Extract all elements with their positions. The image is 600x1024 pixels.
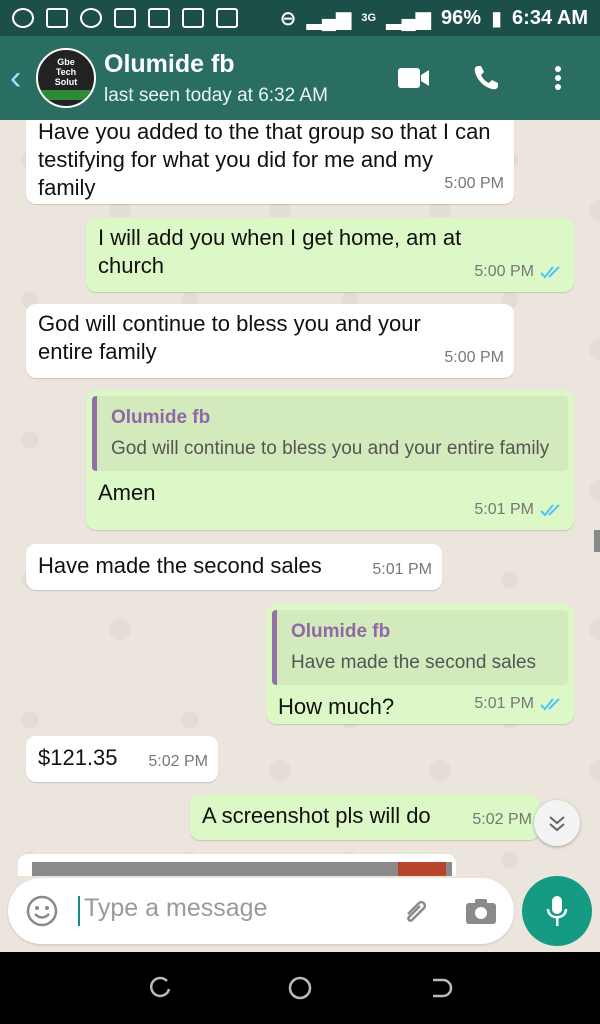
chat-notification-icon	[12, 8, 34, 28]
voice-record-button[interactable]	[522, 876, 592, 946]
signal-icon: ▂▄▆	[306, 7, 352, 30]
voice-call-icon[interactable]	[470, 63, 502, 93]
outgoing-message[interactable]: A screenshot pls will do 5:02 PM	[190, 794, 540, 840]
video-call-icon[interactable]	[398, 63, 430, 93]
mic-icon	[546, 896, 568, 926]
message-time: 5:01 PM	[372, 561, 432, 578]
quoted-text: God will continue to bless you and your …	[111, 438, 550, 459]
message-time: 5:00 PM	[474, 263, 534, 280]
text-cursor	[78, 896, 80, 926]
menu-icon[interactable]	[542, 63, 574, 93]
message-time: 5:01 PM	[474, 695, 534, 712]
notification-icons	[12, 8, 238, 28]
battery-percent: 96%	[441, 6, 482, 29]
clock: 6:34 AM	[512, 6, 588, 29]
chat-area[interactable]: Have you added to the that group so that…	[0, 120, 600, 876]
image-message-preview[interactable]	[18, 854, 456, 876]
download-icon	[182, 8, 204, 28]
camera-icon[interactable]	[464, 896, 498, 926]
message-text: Have made the second sales	[38, 553, 322, 578]
incoming-message[interactable]: Have you added to the that group so that…	[26, 120, 514, 204]
message-time: 5:00 PM	[444, 349, 504, 366]
dnd-icon: ⊖	[279, 7, 297, 30]
composer-row: Type a message	[0, 876, 600, 952]
recent-apps-icon[interactable]	[147, 975, 173, 1001]
outgoing-reply-message[interactable]: Olumide fb Have made the second sales Ho…	[266, 604, 574, 724]
avatar-text: Solut	[54, 76, 78, 87]
read-ticks-icon	[540, 698, 560, 711]
chat-header: ‹ Gbe Tech Solut Olumide fb last seen to…	[0, 36, 600, 120]
quoted-sender: Olumide fb	[111, 407, 211, 428]
message-input[interactable]: Type a message	[84, 894, 267, 923]
battery-icon: ▮	[491, 7, 503, 30]
image-preview-strip	[32, 862, 452, 876]
mail-icon	[114, 8, 136, 28]
read-ticks-icon	[540, 266, 560, 279]
image-preview-strip	[398, 862, 446, 876]
avatar[interactable]: Gbe Tech Solut	[36, 48, 96, 108]
chevron-down-icon	[549, 816, 565, 832]
back-icon[interactable]: ‹	[0, 59, 36, 98]
image-icon	[148, 8, 170, 28]
read-ticks-icon	[540, 504, 560, 517]
network-type: 3G	[361, 12, 377, 24]
contact-info[interactable]: Olumide fb last seen today at 6:32 AM	[104, 50, 328, 107]
incoming-message[interactable]: Have made the second sales 5:01 PM	[26, 544, 442, 590]
emoji-icon[interactable]	[26, 895, 58, 927]
message-time: 5:01 PM	[474, 501, 534, 518]
message-text: God will continue to bless you and your …	[38, 311, 421, 364]
contact-name: Olumide fb	[104, 49, 235, 78]
message-text: I will add you when I get home, am at ch…	[98, 225, 462, 278]
signal-icon: ▂▄▆	[386, 7, 431, 30]
messenger-icon	[80, 8, 102, 28]
message-time: 5:02 PM	[148, 753, 208, 770]
avatar-text: Gbe	[57, 56, 75, 67]
status-bar: ⊖ ▂▄▆ 3G ▂▄▆ 96% ▮ 6:34 AM	[0, 0, 600, 36]
incoming-message[interactable]: God will continue to bless you and your …	[26, 304, 514, 378]
back-nav-icon[interactable]	[427, 975, 453, 1001]
avatar-stripe	[38, 89, 94, 100]
message-text: Have you added to the that group so that…	[38, 120, 491, 200]
mail-icon	[46, 8, 68, 28]
quoted-message[interactable]: Olumide fb Have made the second sales	[272, 610, 568, 685]
message-time: 5:02 PM	[472, 811, 532, 828]
scrollbar[interactable]	[594, 530, 600, 552]
avatar-text: Tech	[55, 66, 77, 77]
message-time: 5:00 PM	[444, 175, 504, 192]
last-seen-status: last seen today at 6:32 AM	[104, 84, 328, 106]
outgoing-reply-message[interactable]: Olumide fb God will continue to bless yo…	[86, 390, 574, 530]
system-nav-bar	[0, 952, 600, 1024]
quoted-text: Have made the second sales	[291, 652, 537, 673]
sms-off-icon	[216, 8, 238, 28]
scroll-to-bottom-button[interactable]	[534, 800, 580, 846]
system-status: ⊖ ▂▄▆ 3G ▂▄▆ 96% ▮ 6:34 AM	[280, 6, 588, 31]
attach-icon[interactable]	[400, 896, 432, 928]
outgoing-message[interactable]: I will add you when I get home, am at ch…	[86, 218, 574, 292]
message-input-box[interactable]: Type a message	[8, 878, 514, 944]
incoming-message[interactable]: $121.35 5:02 PM	[26, 736, 218, 782]
home-icon[interactable]	[287, 975, 313, 1001]
quoted-message[interactable]: Olumide fb God will continue to bless yo…	[92, 396, 568, 471]
quoted-sender: Olumide fb	[291, 621, 391, 642]
